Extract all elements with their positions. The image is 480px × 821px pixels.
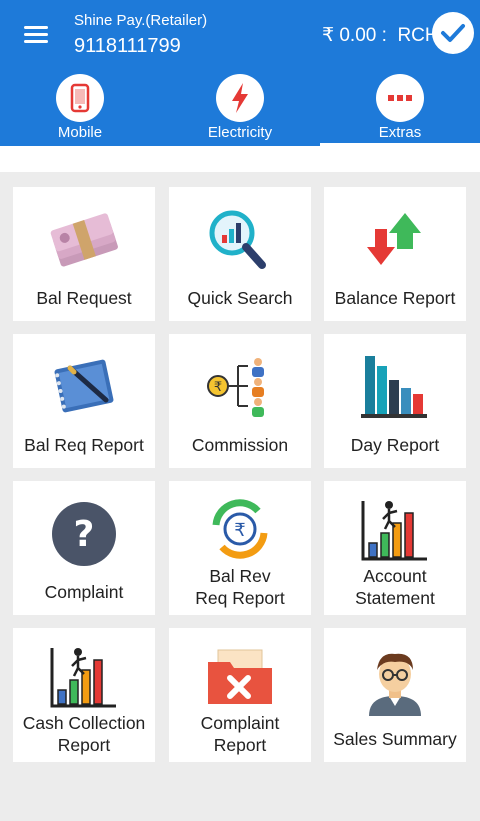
question-circle-icon: ? [13,481,155,576]
tab-mobile[interactable]: Mobile [0,74,160,146]
account-statement-tile[interactable]: Account Statement [324,481,466,615]
tile-label-line2: Report [213,735,267,755]
tile-label-line1: Account [363,566,427,586]
check-icon[interactable] [432,12,474,54]
tile-label: Day Report [350,435,440,455]
tile-label: Balance Report [334,288,456,308]
quick-search-tile[interactable]: Quick Search [169,187,311,321]
tile-label-line2: Req Report [195,588,285,608]
folder-x-icon [169,628,311,723]
growth-climber-icon [13,628,155,723]
svg-text:?: ? [74,514,95,555]
sales-summary-tile[interactable]: Sales Summary [324,628,466,762]
complaint-report-tile[interactable]: Complaint Report [169,628,311,762]
tile-label: Bal Req Report [24,435,144,455]
shop-name: Shine Pay.(Retailer) [74,12,208,29]
mobile-number: 9118111799 [74,35,181,57]
rupee-refresh-icon: ₹ [169,481,311,576]
tab-label: Extras [378,124,422,141]
tile-label-line1: Complaint [200,713,280,733]
bal-rev-req-report-tile[interactable]: ₹ Bal Rev Req Report [169,481,311,615]
tile-label: Quick Search [187,288,293,308]
tile-label-line2: Report [57,735,111,755]
tile-label-line2: Statement [355,588,435,608]
tile-label: Commission [191,435,289,455]
day-report-tile[interactable]: Day Report [324,334,466,468]
svg-text:₹: ₹ [214,380,222,395]
notebook-pen-icon [13,334,155,429]
tile-label: Complaint [44,582,124,602]
tile-label: Bal Request [36,288,132,308]
chart-magnifier-icon [169,187,311,282]
money-bundle-icon [13,187,155,282]
bal-req-report-tile[interactable]: Bal Req Report [13,334,155,468]
commission-tile[interactable]: ₹ Commission [169,334,311,468]
more-dots-icon [376,74,424,122]
mobile-phone-icon [56,74,104,122]
tab-label: Electricity [207,124,273,141]
growth-climber-icon [324,481,466,576]
tile-label-line1: Cash Collection [22,713,146,733]
balance-display: ₹ 0.00 : RCH [322,25,439,46]
tab-content-strip [0,146,480,172]
balance-report-tile[interactable]: Balance Report [324,187,466,321]
complaint-tile[interactable]: ? Complaint [13,481,155,615]
cash-collection-report-tile[interactable]: Cash Collection Report [13,628,155,762]
app-bar: Shine Pay.(Retailer) 9118111799 ₹ 0.00 :… [0,0,480,146]
tile-label: Sales Summary [333,729,457,749]
tab-electricity[interactable]: Electricity [160,74,320,146]
menu-icon[interactable] [20,22,54,48]
person-glasses-icon [324,628,466,723]
tab-extras[interactable]: Extras [320,74,480,146]
rupee-network-icon: ₹ [169,334,311,429]
bal-request-tile[interactable]: Bal Request [13,187,155,321]
up-down-arrows-icon [324,187,466,282]
bar-chart-icon [324,334,466,429]
tab-label: Mobile [57,124,103,141]
tile-label-line1: Bal Rev [209,566,271,586]
svg-text:₹: ₹ [234,520,245,541]
lightning-icon [216,74,264,122]
